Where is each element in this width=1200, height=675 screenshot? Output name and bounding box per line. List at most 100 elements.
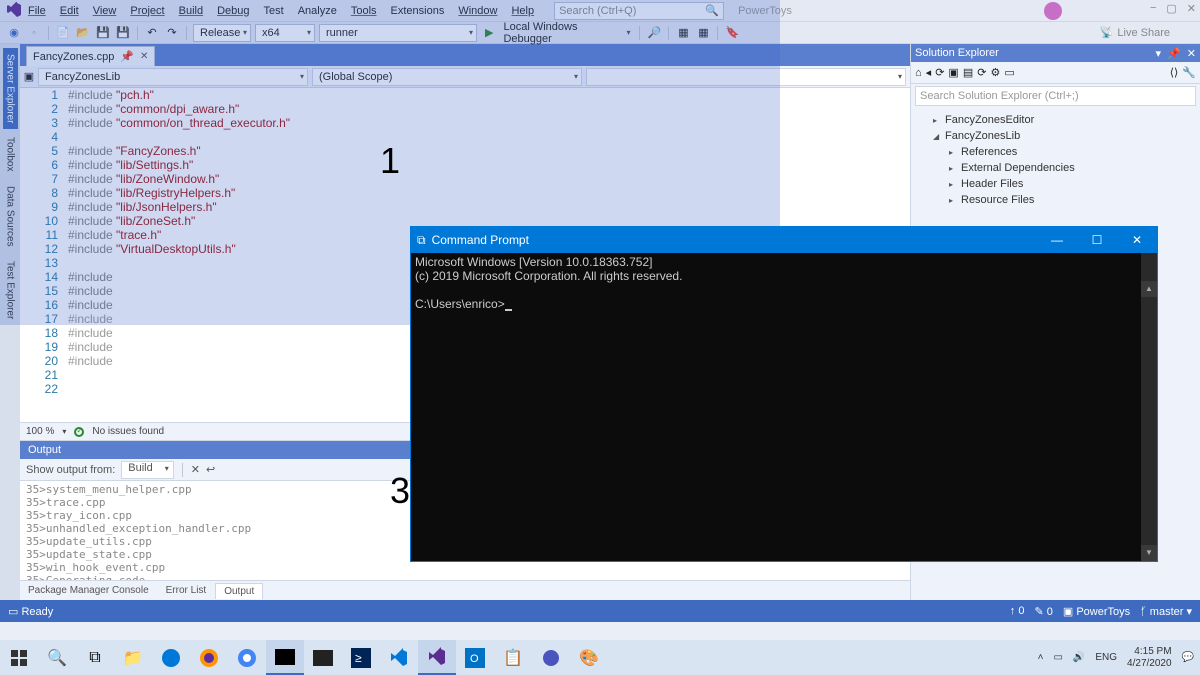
menu-debug[interactable]: Debug bbox=[217, 5, 249, 17]
git-down-icon[interactable]: ✎ 0 bbox=[1034, 605, 1052, 618]
cmd-terminal[interactable]: Microsoft Windows [Version 10.0.18363.75… bbox=[411, 253, 1157, 561]
show-all-icon[interactable]: ▤ bbox=[963, 66, 973, 79]
menu-view[interactable]: View bbox=[93, 5, 117, 17]
autohide-icon[interactable]: ▾ bbox=[1156, 47, 1162, 60]
toolbox-tab[interactable]: Toolbox bbox=[3, 131, 18, 177]
close-tab-icon[interactable]: ✕ bbox=[140, 51, 148, 62]
bookmark-icon[interactable]: 🔖 bbox=[724, 25, 740, 41]
wrench-icon[interactable]: 🔧 bbox=[1182, 66, 1196, 79]
tree-item[interactable]: ◢FancyZonesLib bbox=[917, 128, 1194, 144]
vscode-icon[interactable] bbox=[380, 640, 418, 675]
file-explorer-icon[interactable]: 📁 bbox=[114, 640, 152, 675]
live-share-button[interactable]: 📡Live Share bbox=[1100, 26, 1170, 39]
start-debug-icon[interactable]: ▶ bbox=[485, 26, 493, 39]
uncomment-icon[interactable]: ▦ bbox=[695, 25, 711, 41]
tree-item[interactable]: ▸Resource Files bbox=[917, 192, 1194, 208]
start-button[interactable] bbox=[0, 640, 38, 675]
user-avatar[interactable] bbox=[1044, 2, 1062, 20]
menu-tools[interactable]: Tools bbox=[351, 5, 377, 17]
language-indicator[interactable]: ENG bbox=[1095, 652, 1117, 663]
network-icon[interactable]: ▭ bbox=[1053, 652, 1062, 663]
cmd-maximize-icon[interactable]: ☐ bbox=[1077, 227, 1117, 253]
solution-platform-combo[interactable]: x64 bbox=[255, 24, 315, 42]
nav-back-icon[interactable]: ◉ bbox=[6, 25, 22, 41]
git-branch[interactable]: ᚶ master ▾ bbox=[1140, 605, 1192, 618]
toggle-wrap-icon[interactable]: ↩ bbox=[206, 463, 215, 476]
terminal2-icon[interactable] bbox=[304, 640, 342, 675]
close-icon[interactable]: ✕ bbox=[1187, 2, 1196, 15]
properties-icon[interactable]: ⚙ bbox=[990, 66, 1000, 79]
solution-search[interactable]: Search Solution Explorer (Ctrl+;) bbox=[915, 86, 1196, 106]
menu-edit[interactable]: Edit bbox=[60, 5, 79, 17]
save-icon[interactable]: 💾 bbox=[95, 25, 111, 41]
tree-item[interactable]: ▸External Dependencies bbox=[917, 160, 1194, 176]
tray-chevron-icon[interactable]: ˄ bbox=[1038, 652, 1044, 663]
collapse-icon[interactable]: ▣ bbox=[948, 66, 958, 79]
nav-project-combo[interactable]: FancyZonesLib bbox=[38, 68, 308, 86]
undo-icon[interactable]: ↶ bbox=[144, 25, 160, 41]
solution-tree[interactable]: ▸FancyZonesEditor◢FancyZonesLib▸Referenc… bbox=[911, 108, 1200, 212]
tree-item[interactable]: ▸FancyZonesEditor bbox=[917, 112, 1194, 128]
refresh-icon[interactable]: ⟳ bbox=[977, 66, 986, 79]
outlook-icon[interactable]: O bbox=[456, 640, 494, 675]
output-source-combo[interactable]: Build bbox=[121, 461, 173, 479]
tree-item[interactable]: ▸References bbox=[917, 144, 1194, 160]
view-code-icon[interactable]: ⟨⟩ bbox=[1170, 66, 1179, 79]
menu-window[interactable]: Window bbox=[458, 5, 497, 17]
volume-icon[interactable]: 🔊 bbox=[1073, 652, 1085, 663]
menu-file[interactable]: File bbox=[28, 5, 46, 17]
preview-icon[interactable]: ▭ bbox=[1004, 66, 1014, 79]
back-icon[interactable]: ◂ bbox=[926, 66, 932, 79]
tree-item[interactable]: ▸Header Files bbox=[917, 176, 1194, 192]
open-icon[interactable]: 📂 bbox=[75, 25, 91, 41]
minimize-icon[interactable]: − bbox=[1150, 2, 1156, 15]
chrome-icon[interactable] bbox=[228, 640, 266, 675]
solution-config-combo[interactable]: Release bbox=[193, 24, 251, 42]
terminal-icon[interactable] bbox=[266, 640, 304, 675]
git-up-icon[interactable]: ↑ 0 bbox=[1010, 605, 1025, 617]
tab-error-list[interactable]: Error List bbox=[158, 583, 215, 598]
clock[interactable]: 4:15 PM4/27/2020 bbox=[1127, 646, 1172, 670]
pin-icon[interactable]: 📌 bbox=[1167, 47, 1181, 60]
menu-project[interactable]: Project bbox=[130, 5, 164, 17]
tab-output[interactable]: Output bbox=[215, 583, 263, 599]
data-sources-tab[interactable]: Data Sources bbox=[3, 180, 18, 253]
quick-launch-search[interactable]: Search (Ctrl+Q) 🔍 bbox=[554, 2, 724, 20]
search-icon[interactable]: 🔍 bbox=[38, 640, 76, 675]
scroll-down-icon[interactable]: ▼ bbox=[1141, 545, 1157, 561]
cmd-minimize-icon[interactable]: — bbox=[1037, 227, 1077, 253]
scroll-up-icon[interactable]: ▲ bbox=[1141, 281, 1157, 297]
find-icon[interactable]: 🔎 bbox=[646, 25, 662, 41]
notepad-icon[interactable]: 📋 bbox=[494, 640, 532, 675]
action-center-icon[interactable]: 💬 bbox=[1182, 652, 1194, 663]
home-icon[interactable]: ⌂ bbox=[915, 67, 922, 79]
nav-fwd-icon[interactable]: ◦ bbox=[26, 25, 42, 41]
test-explorer-tab[interactable]: Test Explorer bbox=[3, 255, 18, 325]
nav-scope-combo[interactable]: (Global Scope) bbox=[312, 68, 582, 86]
cmd-close-icon[interactable]: ✕ bbox=[1117, 227, 1157, 253]
tab-package-manager[interactable]: Package Manager Console bbox=[20, 583, 157, 598]
close-panel-icon[interactable]: ✕ bbox=[1187, 47, 1196, 60]
task-view-icon[interactable]: ⧉ bbox=[76, 640, 114, 675]
command-prompt-window[interactable]: ⧉Command Prompt — ☐ ✕ Microsoft Windows … bbox=[410, 226, 1158, 562]
comment-icon[interactable]: ▦ bbox=[675, 25, 691, 41]
menu-help[interactable]: Help bbox=[511, 5, 534, 17]
server-explorer-tab[interactable]: Server Explorer bbox=[3, 48, 18, 129]
debug-target-combo[interactable]: Local Windows Debugger bbox=[497, 24, 633, 42]
menu-analyze[interactable]: Analyze bbox=[298, 5, 337, 17]
startup-project-combo[interactable]: runner bbox=[319, 24, 477, 42]
firefox-icon[interactable] bbox=[190, 640, 228, 675]
cmd-title-bar[interactable]: ⧉Command Prompt — ☐ ✕ bbox=[411, 227, 1157, 253]
teams-icon[interactable] bbox=[532, 640, 570, 675]
pin-icon[interactable]: 📌 bbox=[120, 50, 134, 63]
menu-build[interactable]: Build bbox=[179, 5, 203, 17]
nav-member-combo[interactable] bbox=[586, 68, 906, 86]
sync-icon[interactable]: ⟳ bbox=[935, 66, 944, 79]
powershell-icon[interactable]: ≥ bbox=[342, 640, 380, 675]
redo-icon[interactable]: ↷ bbox=[164, 25, 180, 41]
menu-test[interactable]: Test bbox=[264, 5, 284, 17]
document-tab[interactable]: FancyZones.cpp 📌 ✕ bbox=[26, 46, 155, 66]
cmd-scrollbar[interactable]: ▲ ▼ bbox=[1141, 253, 1157, 561]
edge-icon[interactable] bbox=[152, 640, 190, 675]
visual-studio-taskbar-icon[interactable] bbox=[418, 640, 456, 675]
